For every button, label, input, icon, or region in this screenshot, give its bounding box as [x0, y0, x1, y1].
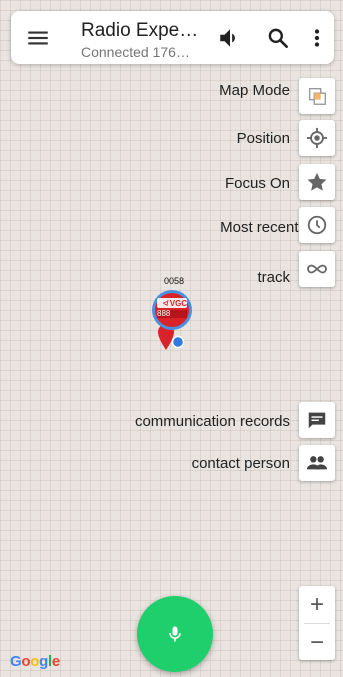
- contact-person-label: contact person: [191, 455, 290, 472]
- focus-on-label: Focus On: [224, 175, 290, 192]
- infinity-icon: [307, 264, 327, 274]
- track-button[interactable]: [299, 251, 335, 287]
- focus-on-button[interactable]: [299, 164, 335, 200]
- most-recent-time-button[interactable]: [299, 207, 335, 243]
- more-vert-icon[interactable]: [304, 25, 330, 51]
- google-logo: Google: [10, 653, 60, 670]
- zoom-in-button[interactable]: +: [299, 586, 335, 623]
- push-to-talk-button[interactable]: [137, 596, 213, 672]
- device-id-label: 0058: [163, 276, 185, 286]
- microphone-icon: [169, 626, 181, 642]
- zoom-controls: + −: [299, 586, 335, 660]
- marker-badge-text: ≮ VGC: [162, 299, 188, 308]
- communication-records-button[interactable]: [299, 402, 335, 438]
- star-icon: [307, 172, 327, 191]
- track-label: track: [257, 269, 290, 286]
- chat-icon: [308, 412, 326, 429]
- people-icon: [306, 456, 328, 470]
- communication-records-label: communication records: [134, 413, 290, 430]
- layers-icon: [308, 87, 326, 105]
- my-location-icon: [306, 127, 328, 149]
- zoom-out-button[interactable]: −: [299, 624, 335, 661]
- page-title: Radio Expe…: [81, 20, 199, 41]
- top-app-bar: Radio Expe… Connected 176…: [11, 11, 334, 64]
- clock-icon: [307, 215, 327, 235]
- position-label: Position: [236, 130, 290, 147]
- menu-icon[interactable]: [25, 25, 51, 51]
- map-pin-icon: [152, 290, 192, 350]
- contact-person-button[interactable]: [299, 445, 335, 481]
- position-button[interactable]: [299, 120, 335, 156]
- map-mode-button[interactable]: [299, 78, 335, 114]
- marker-badge-number: 888: [157, 309, 171, 318]
- map-mode-label: Map Mode: [219, 82, 290, 99]
- device-marker[interactable]: 0058 ≮ VGC 888: [146, 276, 202, 352]
- volume-icon[interactable]: [217, 25, 243, 51]
- connection-status: Connected 176…: [81, 44, 190, 60]
- search-icon[interactable]: [265, 25, 291, 51]
